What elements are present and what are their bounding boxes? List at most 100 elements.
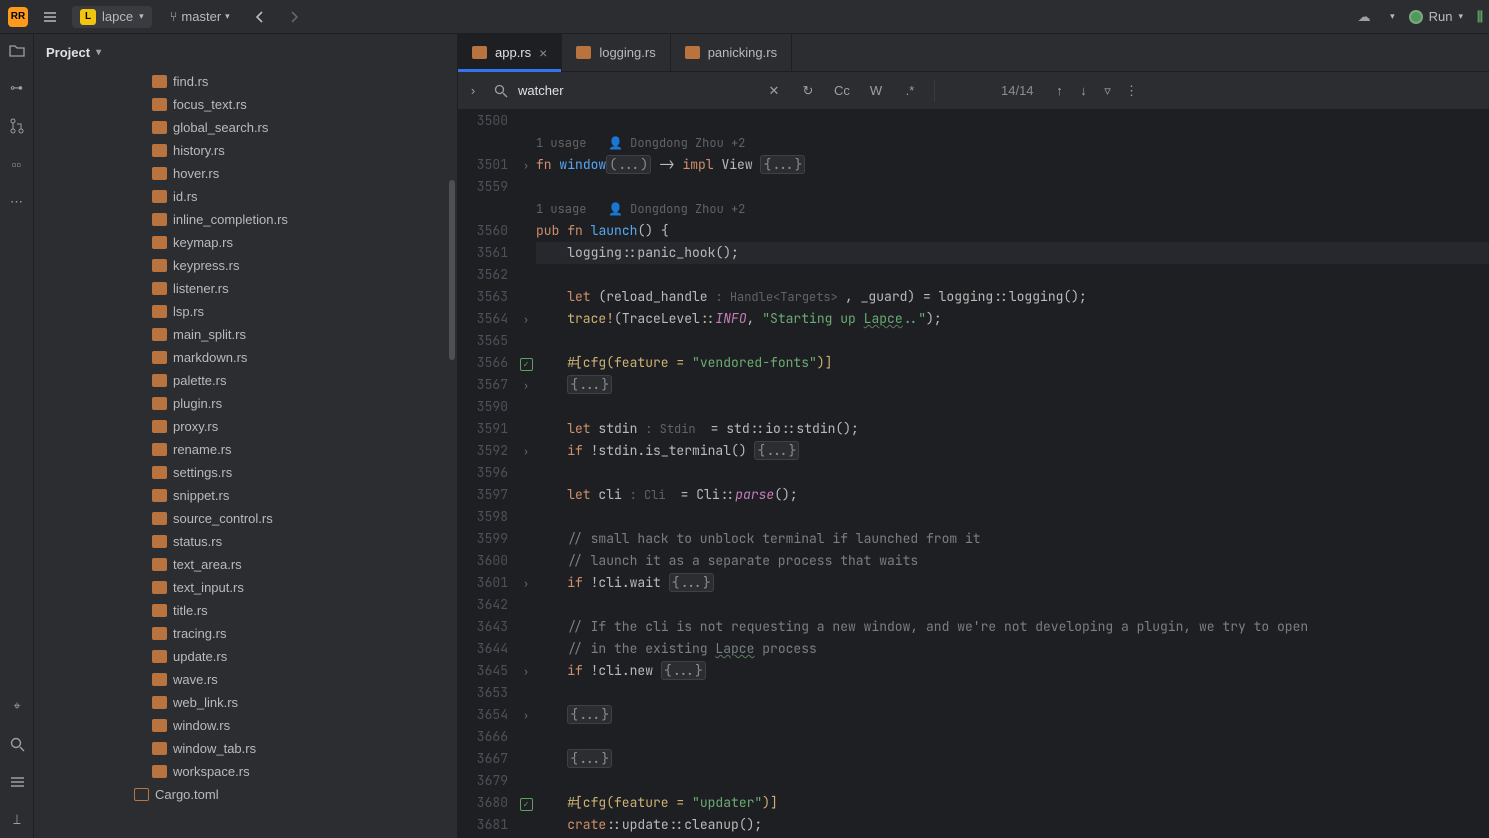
tree-item[interactable]: main_split.rs (34, 323, 457, 346)
fold-icon[interactable]: › (523, 379, 529, 392)
code-line: #[cfg(feature = "vendored-fonts")] (536, 352, 1489, 374)
tree-item[interactable]: keymap.rs (34, 231, 457, 254)
tree-item[interactable]: history.rs (34, 139, 457, 162)
tree-item[interactable]: plugin.rs (34, 392, 457, 415)
tree-item[interactable]: keypress.rs (34, 254, 457, 277)
tree-item-label: inline_completion.rs (173, 212, 288, 227)
tree-item[interactable]: text_input.rs (34, 576, 457, 599)
cfg-check-icon[interactable]: ✓ (520, 798, 533, 811)
tree-item[interactable]: tracing.rs (34, 622, 457, 645)
whole-word-toggle[interactable]: W (864, 79, 888, 103)
project-tree[interactable]: find.rsfocus_text.rsglobal_search.rshist… (34, 70, 457, 838)
fold-icon[interactable]: › (523, 577, 529, 590)
fold-icon[interactable]: › (523, 445, 529, 458)
tree-item-label: rename.rs (173, 442, 232, 457)
tree-item[interactable]: listener.rs (34, 277, 457, 300)
tree-item[interactable]: workspace.rs (34, 760, 457, 783)
nav-forward-button[interactable] (282, 5, 306, 29)
find-filter-button[interactable]: ▿ (1096, 79, 1120, 103)
folder-icon[interactable] (7, 40, 27, 60)
code-line (536, 330, 1489, 352)
find-history-button[interactable]: ↻ (796, 79, 820, 103)
divider (934, 80, 935, 102)
find-more-button[interactable]: ⋮ (1120, 79, 1144, 103)
tree-item[interactable]: web_link.rs (34, 691, 457, 714)
code-body[interactable]: 1 usage 👤 Dongdong Zhou +2 fn window(...… (536, 110, 1489, 838)
editor-tab[interactable]: app.rs× (458, 34, 562, 71)
layout-icon[interactable]: ⫼ (1477, 9, 1481, 25)
tree-item[interactable]: status.rs (34, 530, 457, 553)
code-editor[interactable]: 3500350135593560356135623563356435653566… (458, 110, 1489, 838)
close-icon[interactable]: × (539, 45, 547, 61)
regex-toggle[interactable]: .* (898, 79, 922, 103)
tree-item[interactable]: settings.rs (34, 461, 457, 484)
debug-icon[interactable]: ⌖ (7, 696, 27, 716)
rust-file-icon (152, 351, 167, 364)
vcs-branch-selector[interactable]: ⑂ master ▾ (162, 6, 238, 27)
search-icon[interactable] (7, 734, 27, 754)
tree-item[interactable]: update.rs (34, 645, 457, 668)
nav-back-button[interactable] (248, 5, 272, 29)
fold-icon[interactable]: › (523, 665, 529, 678)
scrollbar[interactable] (449, 180, 455, 360)
code-line: pub fn launch() { (536, 220, 1489, 242)
match-case-toggle[interactable]: Cc (830, 79, 854, 103)
tree-item-label: title.rs (173, 603, 208, 618)
tree-item[interactable]: text_area.rs (34, 553, 457, 576)
project-selector[interactable]: L lapce ▾ (72, 6, 152, 28)
find-next-button[interactable]: ↓ (1072, 79, 1096, 103)
fold-icon[interactable]: › (523, 313, 529, 326)
code-line: // launch it as a separate process that … (536, 550, 1489, 572)
project-panel-header[interactable]: Project ▾ (34, 34, 457, 70)
project-name: lapce (102, 9, 133, 24)
code-line: crate::update::cleanup(); (536, 814, 1489, 836)
tree-item[interactable]: id.rs (34, 185, 457, 208)
editor-tab[interactable]: logging.rs (562, 34, 670, 71)
tree-item[interactable]: focus_text.rs (34, 93, 457, 116)
tree-item[interactable]: source_control.rs (34, 507, 457, 530)
pull-request-icon[interactable] (7, 116, 27, 136)
commit-icon[interactable]: ⊶ (7, 78, 27, 98)
tree-item[interactable]: global_search.rs (34, 116, 457, 139)
tree-item[interactable]: palette.rs (34, 369, 457, 392)
tree-item[interactable]: proxy.rs (34, 415, 457, 438)
terminal-icon[interactable] (7, 772, 27, 792)
tree-item[interactable]: wave.rs (34, 668, 457, 691)
tree-item[interactable]: snippet.rs (34, 484, 457, 507)
tree-item[interactable]: rename.rs (34, 438, 457, 461)
find-prev-button[interactable]: ↑ (1048, 79, 1072, 103)
tree-item[interactable]: find.rs (34, 70, 457, 93)
tree-item[interactable]: window_tab.rs (34, 737, 457, 760)
tree-item[interactable]: title.rs (34, 599, 457, 622)
rust-file-icon (152, 75, 167, 88)
main-menu-button[interactable] (38, 5, 62, 29)
code-line (536, 506, 1489, 528)
tree-item[interactable]: Cargo.toml (34, 783, 457, 806)
problems-icon[interactable]: ⟘ (7, 810, 27, 830)
tree-item[interactable]: lsp.rs (34, 300, 457, 323)
tab-label: logging.rs (599, 45, 655, 60)
more-icon[interactable]: ⋯ (7, 192, 27, 212)
tree-item[interactable]: window.rs (34, 714, 457, 737)
code-line: {...} (536, 748, 1489, 770)
tree-item[interactable]: hover.rs (34, 162, 457, 185)
find-expand-button[interactable]: › (458, 83, 488, 98)
branch-name: master (181, 9, 221, 24)
code-line: if !cli.wait {...} (536, 572, 1489, 594)
fold-icon[interactable]: › (523, 709, 529, 722)
tab-label: panicking.rs (708, 45, 777, 60)
chevron-down-icon: ▾ (1458, 11, 1463, 22)
cloud-sync-button[interactable]: ☁ (1352, 5, 1376, 29)
find-clear-button[interactable]: ✕ (762, 79, 786, 103)
rust-file-icon (152, 213, 167, 226)
editor-tab[interactable]: panicking.rs (671, 34, 792, 71)
run-config-selector[interactable]: Run ▾ (1409, 9, 1463, 24)
tree-item[interactable]: inline_completion.rs (34, 208, 457, 231)
cfg-check-icon[interactable]: ✓ (520, 358, 533, 371)
fold-icon[interactable]: › (523, 159, 529, 172)
find-input[interactable] (518, 83, 752, 98)
tree-item[interactable]: markdown.rs (34, 346, 457, 369)
code-line: // If the cli is not requesting a new wi… (536, 616, 1489, 638)
rust-file-icon (152, 121, 167, 134)
structure-icon[interactable]: ▫▫ (7, 154, 27, 174)
